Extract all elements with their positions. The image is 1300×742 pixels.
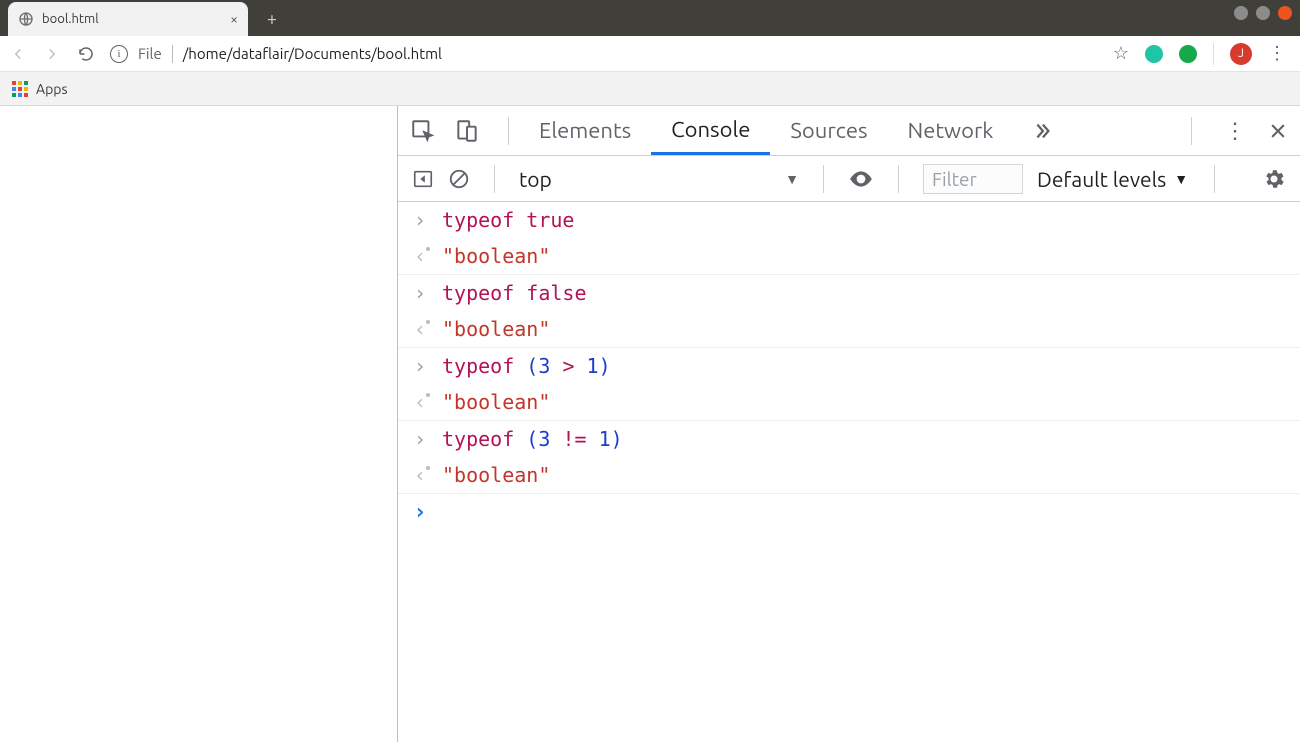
window-controls	[1234, 6, 1292, 20]
devtools-tabbar: Elements Console Sources Network ⋮	[398, 106, 1300, 156]
page-content	[0, 106, 398, 742]
url-path: /home/dataflair/Documents/bool.html	[183, 45, 442, 62]
avatar-initial: J	[1238, 47, 1244, 60]
url-scheme: File	[138, 45, 162, 62]
main-area: Elements Console Sources Network ⋮	[0, 106, 1300, 742]
console-output-value: "boolean"	[442, 390, 550, 414]
filter-placeholder: Filter	[932, 168, 977, 190]
dropdown-triangle-icon: ▼	[785, 171, 799, 187]
console-input-row: typeof true	[398, 202, 1300, 238]
console-output-row: "boolean"	[398, 311, 1300, 348]
console-input-code: typeof (3 > 1)	[442, 354, 611, 378]
device-toolbar-icon[interactable]	[454, 118, 480, 144]
window-close-button[interactable]	[1278, 6, 1292, 20]
reload-button[interactable]	[76, 44, 96, 64]
url-divider	[172, 45, 173, 63]
apps-grid-icon[interactable]	[12, 81, 28, 97]
console-input-code: typeof false	[442, 281, 587, 305]
site-info-icon[interactable]: i	[110, 45, 128, 63]
console-sidebar-toggle-icon[interactable]	[412, 168, 434, 190]
console-prompt-row[interactable]	[398, 494, 1300, 531]
profile-avatar[interactable]: J	[1230, 43, 1252, 65]
console-output-row: "boolean"	[398, 238, 1300, 275]
clear-console-icon[interactable]	[448, 168, 470, 190]
tab-sources[interactable]: Sources	[770, 106, 887, 155]
console-settings-icon[interactable]	[1262, 167, 1286, 191]
console-output-value: "boolean"	[442, 317, 550, 341]
input-chevron-icon	[412, 354, 428, 378]
execution-context-selector[interactable]: top ▼	[519, 167, 799, 191]
window-maximize-button[interactable]	[1256, 6, 1270, 20]
console-input-code: typeof true	[442, 208, 574, 232]
url-field[interactable]: i File /home/dataflair/Documents/bool.ht…	[110, 45, 1099, 63]
output-chevron-icon	[412, 317, 428, 341]
tab-title: bool.html	[42, 12, 222, 26]
separator	[494, 165, 495, 193]
browser-tab[interactable]: bool.html ×	[8, 2, 248, 36]
output-chevron-icon	[412, 244, 428, 268]
tab-elements[interactable]: Elements	[519, 106, 651, 155]
window-titlebar: bool.html × +	[0, 0, 1300, 36]
input-chevron-icon	[412, 427, 428, 451]
window-minimize-button[interactable]	[1234, 6, 1248, 20]
console-input-row: typeof (3 != 1)	[398, 421, 1300, 457]
browser-menu-icon[interactable]: ⋮	[1268, 43, 1286, 64]
bookmarks-bar: Apps	[0, 72, 1300, 106]
address-bar: i File /home/dataflair/Documents/bool.ht…	[0, 36, 1300, 72]
separator	[508, 117, 509, 145]
more-tabs-icon[interactable]	[1013, 120, 1071, 142]
live-expression-icon[interactable]	[848, 166, 874, 192]
devtools-close-icon[interactable]	[1268, 121, 1288, 141]
close-tab-icon[interactable]: ×	[230, 11, 238, 27]
forward-button[interactable]	[42, 44, 62, 64]
console-output-value: "boolean"	[442, 463, 550, 487]
log-levels-selector[interactable]: Default levels ▼	[1037, 167, 1188, 191]
console-toolbar: top ▼ Filter Default levels ▼	[398, 156, 1300, 202]
dropdown-triangle-icon: ▼	[1174, 171, 1188, 187]
devtools-panel: Elements Console Sources Network ⋮	[398, 106, 1300, 742]
inspect-element-icon[interactable]	[410, 118, 436, 144]
devtools-menu-icon[interactable]: ⋮	[1224, 118, 1246, 144]
filter-input[interactable]: Filter	[923, 164, 1023, 194]
console-input-row: typeof (3 > 1)	[398, 348, 1300, 384]
console-output-row: "boolean"	[398, 457, 1300, 494]
output-chevron-icon	[412, 463, 428, 487]
apps-label[interactable]: Apps	[36, 81, 68, 97]
console-input-code: typeof (3 != 1)	[442, 427, 623, 451]
output-chevron-icon	[412, 390, 428, 414]
globe-icon	[18, 11, 34, 27]
separator	[1214, 165, 1215, 193]
separator	[823, 165, 824, 193]
console-input-row: typeof false	[398, 275, 1300, 311]
prompt-chevron-icon	[412, 500, 428, 525]
console-output-value: "boolean"	[442, 244, 550, 268]
separator	[898, 165, 899, 193]
separator	[1213, 43, 1214, 65]
extension-green-icon[interactable]	[1179, 45, 1197, 63]
new-tab-button[interactable]: +	[258, 5, 286, 33]
back-button[interactable]	[8, 44, 28, 64]
tab-console[interactable]: Console	[651, 106, 770, 155]
extension-grammarly-icon[interactable]	[1145, 45, 1163, 63]
console-output-row: "boolean"	[398, 384, 1300, 421]
separator	[1191, 117, 1192, 145]
address-bar-right: ☆ J ⋮	[1113, 43, 1292, 65]
levels-label: Default levels	[1037, 167, 1166, 191]
context-label: top	[519, 167, 552, 191]
bookmark-star-icon[interactable]: ☆	[1113, 43, 1129, 64]
tab-network[interactable]: Network	[888, 106, 1014, 155]
input-chevron-icon	[412, 281, 428, 305]
input-chevron-icon	[412, 208, 428, 232]
console-output[interactable]: typeof true "boolean" typeof false "boolean…	[398, 202, 1300, 742]
